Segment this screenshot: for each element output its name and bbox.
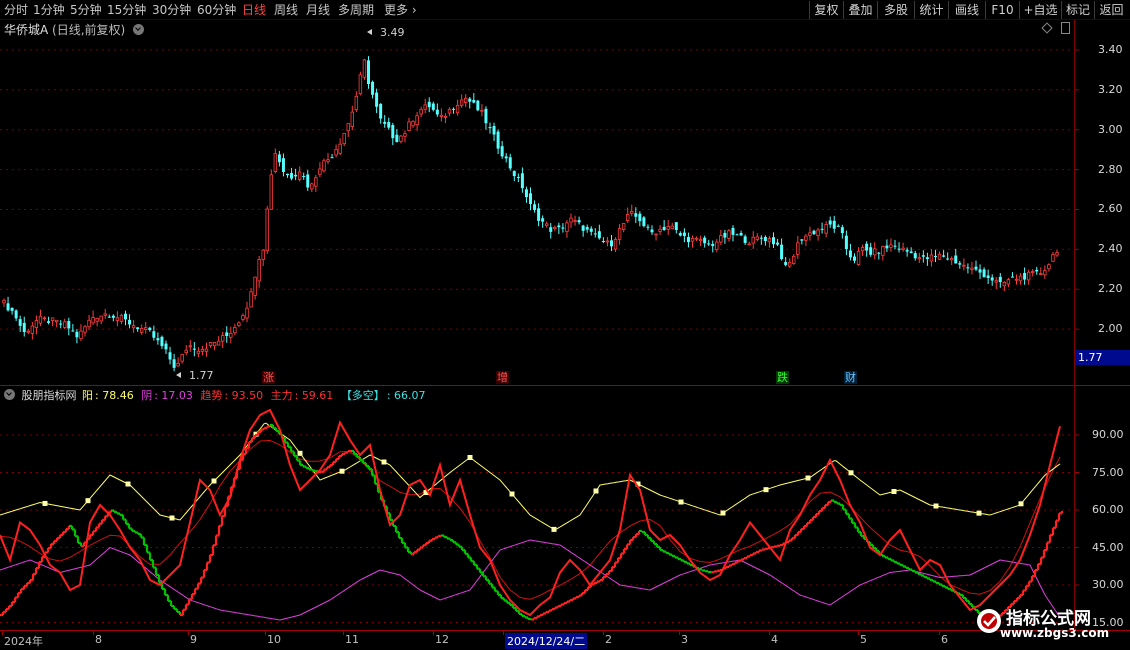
indicator-value-trend: 趋势: 93.50	[200, 389, 264, 402]
indicator-value-longshort: 【多空】: 66.07	[340, 389, 426, 402]
trend-label: 趋势	[200, 389, 223, 402]
yang-marker	[551, 526, 557, 532]
trend-value: 93.50	[231, 389, 264, 402]
date-axis: 2024年 8 9 10 11 12 2024/12/24/二 2 3 4 5 6	[0, 630, 1130, 650]
yang-marker	[381, 459, 387, 465]
indicator-value-yang: 阳: 78.46	[82, 389, 134, 402]
indicator-tick-label: 60.00	[1092, 503, 1124, 516]
indicator-value-main: 主力: 59.61	[270, 389, 334, 402]
yin-value: 17.03	[161, 389, 193, 402]
yang-marker	[1018, 501, 1024, 507]
date-tick	[679, 631, 680, 635]
date-tick	[939, 631, 940, 635]
yang-marker	[169, 515, 175, 521]
date-tick	[769, 631, 770, 635]
yang-value: 78.46	[102, 389, 134, 402]
date-label: 3	[681, 633, 688, 646]
longshort-label: 【多空】	[340, 389, 385, 402]
date-label: 12	[435, 633, 449, 646]
indicator-value-yin: 阴: 17.03	[141, 389, 193, 402]
date-tick	[188, 631, 189, 635]
indicator-title: 股朋指标网 阳: 78.46 阴: 17.03 趋势: 93.50 主力: 59…	[4, 387, 430, 403]
main-label: 主力	[270, 389, 293, 402]
yang-marker	[42, 500, 48, 506]
yang-marker	[848, 470, 854, 476]
yang-marker	[125, 481, 131, 487]
yang-marker	[297, 450, 303, 456]
indicator-tick-label: 30.00	[1092, 578, 1124, 591]
date-tick	[858, 631, 859, 635]
watermark: 指标公式网 www.zbgs3.com	[976, 600, 1124, 646]
date-label: 10	[267, 633, 281, 646]
indicator-tick-label: 75.00	[1092, 465, 1124, 479]
longshort-value: 66.07	[394, 389, 426, 402]
yin-label: 阴	[141, 389, 153, 402]
main-value: 59.61	[301, 389, 334, 402]
indicator-tick-label: 45.00	[1092, 540, 1124, 554]
date-tick	[343, 631, 344, 635]
date-tick	[2, 631, 3, 635]
yang-marker	[467, 455, 473, 460]
yang-marker	[805, 475, 811, 481]
yang-marker	[339, 468, 345, 474]
yang-marker	[211, 478, 217, 484]
trend-line	[0, 408, 1061, 617]
indicator-chart[interactable]	[0, 0, 1130, 650]
date-tick	[433, 631, 434, 635]
yang-marker	[976, 510, 982, 516]
date-tick	[93, 631, 94, 635]
date-label: 9	[190, 633, 197, 646]
date-tick	[265, 631, 266, 635]
date-label: 5	[860, 633, 867, 646]
indicator-tick-label: 90.00	[1092, 428, 1124, 441]
date-label: 2024年	[4, 635, 43, 648]
yang-marker	[720, 510, 726, 516]
yang-label: 阳	[82, 389, 93, 402]
yang-marker	[763, 487, 769, 493]
date-label: 6	[941, 633, 948, 646]
yang-marker	[85, 498, 91, 504]
date-label: 2024/12/24/二	[505, 633, 588, 649]
watermark-logo-icon	[977, 609, 1001, 633]
yang-marker	[509, 491, 515, 497]
yang-line	[0, 422, 1061, 530]
chevron-down-icon[interactable]	[4, 389, 15, 400]
date-tick	[503, 631, 504, 635]
yang-marker	[891, 489, 897, 494]
yang-marker	[678, 499, 684, 505]
date-label: 2	[605, 633, 612, 646]
date-tick	[603, 631, 604, 635]
yang-marker	[933, 503, 939, 509]
date-label: 4	[771, 633, 778, 646]
indicator-name: 股朋指标网	[21, 389, 77, 402]
yang-marker	[593, 488, 599, 494]
date-label: 11	[345, 633, 359, 646]
watermark-url: www.zbgs3.com	[1000, 626, 1110, 640]
date-label: 8	[95, 633, 102, 646]
axis-divider	[1074, 20, 1075, 630]
